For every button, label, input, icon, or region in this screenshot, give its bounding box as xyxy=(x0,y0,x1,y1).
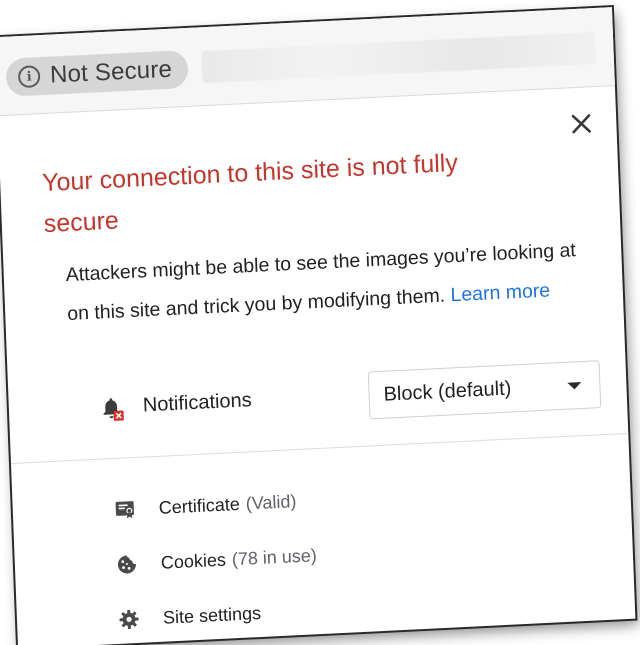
page-info-popup: i Not Secure Your connection to this sit… xyxy=(0,7,636,645)
stage: i Not Secure Your connection to this sit… xyxy=(0,0,640,645)
certificate-item[interactable]: Certificate (Valid) xyxy=(112,483,297,528)
security-status-label: Not Secure xyxy=(49,55,173,89)
close-icon xyxy=(571,114,591,134)
learn-more-link[interactable]: Learn more xyxy=(450,279,550,306)
cookies-count: (78 in use) xyxy=(231,544,318,569)
notifications-permission-row: Notifications Block (default) xyxy=(98,360,607,435)
section-divider xyxy=(10,432,629,465)
info-circle-icon: i xyxy=(17,65,41,89)
cookies-label: Cookies xyxy=(160,549,227,573)
gear-icon xyxy=(117,607,142,632)
notifications-select[interactable]: Block (default) xyxy=(367,360,602,420)
url-field[interactable] xyxy=(201,31,597,84)
security-description: Attackers might be able to see the image… xyxy=(65,231,587,334)
address-bar: i Not Secure xyxy=(0,7,615,117)
certificate-status: (Valid) xyxy=(245,490,297,514)
cookie-icon xyxy=(114,552,139,577)
certificate-label: Certificate xyxy=(158,493,241,518)
close-button[interactable] xyxy=(566,108,597,139)
site-security-chip[interactable]: i Not Secure xyxy=(5,49,189,97)
cookies-item[interactable]: Cookies (78 in use) xyxy=(114,537,317,583)
site-settings-item[interactable]: Site settings xyxy=(116,595,261,638)
site-settings-label: Site settings xyxy=(162,602,262,628)
notifications-label: Notifications xyxy=(142,389,253,417)
notifications-select-value: Block (default) xyxy=(383,376,512,406)
security-warning-heading: Your connection to this site is not full… xyxy=(41,148,459,239)
certificate-icon xyxy=(112,497,137,522)
dropdown-caret-icon xyxy=(567,382,582,390)
notifications-blocked-icon xyxy=(103,398,124,421)
